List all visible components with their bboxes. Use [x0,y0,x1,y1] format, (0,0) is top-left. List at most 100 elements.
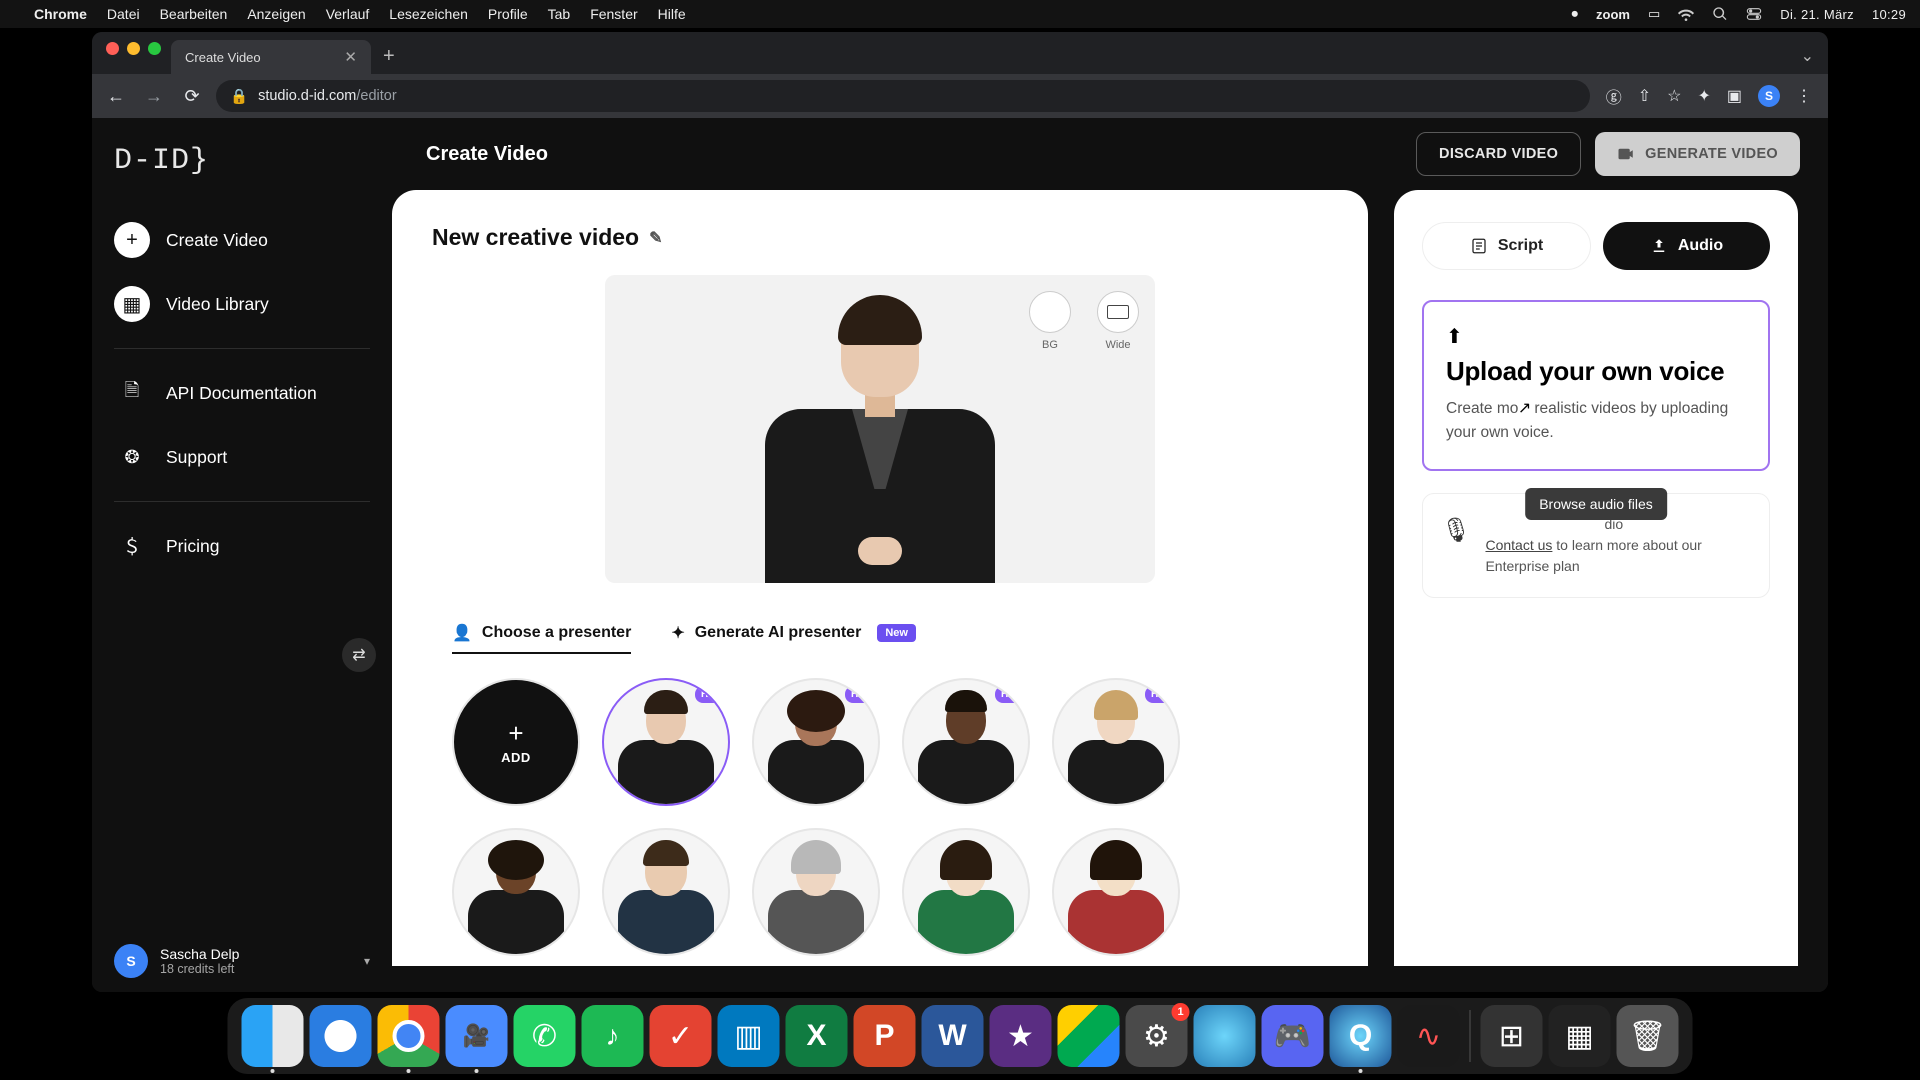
dock-calculator[interactable]: ⊞ [1481,1005,1543,1067]
audio-label: Audio [1678,237,1723,255]
app-main: Create Video DISCARD VIDEO GENERATE VIDE… [392,118,1828,992]
menubar-item-hilfe[interactable]: Hilfe [658,6,686,22]
dock-quicktime[interactable]: Q [1330,1005,1392,1067]
extensions-icon[interactable]: ✦ [1697,86,1710,106]
forward-button[interactable]: → [140,86,168,107]
back-button[interactable]: ← [102,86,130,107]
menubar-item-lesezeichen[interactable]: Lesezeichen [389,6,468,22]
dock-trash[interactable]: 🗑 [1617,1005,1679,1067]
dock-launchpad[interactable]: ▦ [1549,1005,1611,1067]
page-title: Create Video [420,143,1402,166]
reload-button[interactable]: ⟳ [178,86,206,107]
menubar-item-verlauf[interactable]: Verlauf [326,6,370,22]
sidebar-user-menu[interactable]: S Sascha Delp 18 credits left ▾ [114,944,370,978]
battery-icon[interactable]: ▭ [1648,6,1660,22]
presenter-option[interactable] [752,828,880,956]
sidebar-item-pricing[interactable]: ＄ Pricing [92,514,392,578]
menubar-item-datei[interactable]: Datei [107,6,140,22]
presenter-option[interactable]: HQ [902,678,1030,806]
dock-trello[interactable]: ▥ [718,1005,780,1067]
search-icon[interactable] [1712,6,1728,22]
control-center-icon[interactable] [1746,6,1762,22]
menubar-app-name[interactable]: Chrome [34,6,87,22]
app-logo[interactable]: D-ID} [92,140,392,208]
presenter-option[interactable]: HQ [1052,678,1180,806]
dock-google-drive[interactable] [1058,1005,1120,1067]
new-badge: New [877,624,916,642]
sidebar-item-video-library[interactable]: ▦ Video Library [92,272,392,336]
presenter-grid: + ADD HQ HQ HQ HQ [432,674,1328,960]
new-tab-button[interactable]: + [371,45,407,74]
dock-system-settings[interactable]: ⚙1 [1126,1005,1188,1067]
wifi-icon[interactable] [1678,6,1694,22]
dock-audio-app[interactable]: ∿ [1398,1005,1460,1067]
screen-record-icon[interactable]: ⏺ [1572,6,1579,22]
dock-excel[interactable]: X [786,1005,848,1067]
sidebar-item-support[interactable]: ❂ Support [92,425,392,489]
upload-description: Create morealistic videos by uploading y… [1446,397,1746,445]
menubar-item-tab[interactable]: Tab [548,6,571,22]
menubar-item-bearbeiten[interactable]: Bearbeiten [160,6,228,22]
tab-overflow-button[interactable]: ⌄ [1787,46,1828,74]
sidebar-item-label: Create Video [166,230,268,251]
aspect-wide-button[interactable]: Wide [1097,291,1139,351]
dock-todoist[interactable]: ✓ [650,1005,712,1067]
background-picker[interactable]: BG [1029,291,1071,351]
zoom-status[interactable]: zoom [1596,7,1630,22]
dock-whatsapp[interactable]: ✆ [514,1005,576,1067]
add-presenter-button[interactable]: + ADD [452,678,580,806]
window-controls [102,42,171,65]
menubar-item-profile[interactable]: Profile [488,6,528,22]
dock-word[interactable]: W [922,1005,984,1067]
script-tab-button[interactable]: Script [1422,222,1591,270]
dock-finder[interactable] [242,1005,304,1067]
dock-app-generic-blue[interactable] [1194,1005,1256,1067]
project-title[interactable]: New creative video [432,224,639,251]
profile-avatar[interactable]: S [1758,85,1780,107]
window-minimize-button[interactable] [127,42,140,55]
menubar-date[interactable]: Di. 21. März [1780,7,1854,22]
presenter-option[interactable] [902,828,1030,956]
dock-chrome[interactable] [378,1005,440,1067]
presenter-option[interactable] [452,828,580,956]
window-zoom-button[interactable] [148,42,161,55]
dock-discord[interactable]: 🎮 [1262,1005,1324,1067]
contact-us-link[interactable]: Contact us [1485,537,1552,553]
tab-generate-ai-presenter[interactable]: ✦ Generate AI presenter New [671,613,916,653]
dock-zoom[interactable]: 🎥 [446,1005,508,1067]
tab-close-button[interactable]: ✕ [344,48,357,66]
presenter-option[interactable]: HQ [752,678,880,806]
menubar-time[interactable]: 10:29 [1872,7,1906,22]
presenter-option[interactable] [1052,828,1180,956]
sidebar-toggle-button[interactable]: ⇄ [342,638,376,672]
translate-icon[interactable]: ⓖ [1606,84,1622,108]
presenter-option[interactable] [602,828,730,956]
sidebar-item-api-docs[interactable]: 🗎 API Documentation [92,361,392,425]
kebab-menu-icon[interactable]: ⋮ [1796,86,1812,106]
bookmark-star-icon[interactable]: ☆ [1667,86,1681,106]
tab-choose-presenter[interactable]: 👤 Choose a presenter [452,613,631,653]
audio-tab-button[interactable]: Audio [1603,222,1770,270]
presenter-option[interactable]: HQ [602,678,730,806]
clone-voice-card[interactable]: Browse audio files 🎙︎ xxxxxxxxxxxxxxxxxd… [1422,493,1770,598]
browser-tab[interactable]: Create Video ✕ [171,40,371,74]
dock-spotify[interactable]: ♪ [582,1005,644,1067]
bg-label: BG [1042,339,1058,351]
person-icon: 👤 [452,623,472,643]
dock-safari[interactable] [310,1005,372,1067]
generate-video-button[interactable]: GENERATE VIDEO [1595,132,1800,176]
edit-title-icon[interactable]: ✎ [649,228,662,248]
browser-tabbar: Create Video ✕ + ⌄ [92,32,1828,74]
dock-powerpoint[interactable]: P [854,1005,916,1067]
window-close-button[interactable] [106,42,119,55]
share-icon[interactable]: ⇧ [1638,86,1651,106]
menubar-item-fenster[interactable]: Fenster [590,6,637,22]
chevron-down-icon: ▾ [364,954,370,968]
url-bar[interactable]: 🔒 studio.d-id.com/editor [216,80,1590,112]
sidepanel-icon[interactable]: ▣ [1727,86,1742,106]
discard-video-button[interactable]: DISCARD VIDEO [1416,132,1581,176]
dock-imovie[interactable]: ★ [990,1005,1052,1067]
sidebar-item-create-video[interactable]: + Create Video [92,208,392,272]
menubar-item-anzeigen[interactable]: Anzeigen [247,6,305,22]
upload-voice-card[interactable]: ⬆︎ Upload your own voice Create morealis… [1422,300,1770,471]
